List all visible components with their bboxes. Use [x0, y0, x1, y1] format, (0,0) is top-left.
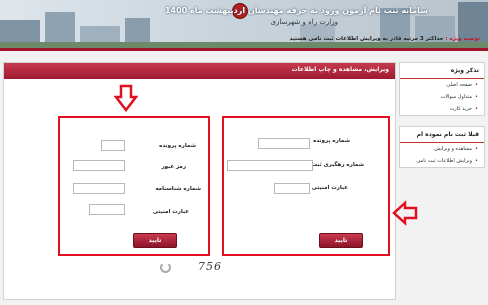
captcha-image: 756: [198, 260, 222, 273]
sidebar-box-notice: تذکر ویژه صفحه اصلی متداول سوالات خرید ک…: [399, 62, 485, 116]
arrow-left-icon: [392, 200, 418, 226]
security-phrase-input[interactable]: [274, 183, 310, 194]
field-label-file-number: شماره پرونده: [313, 138, 350, 144]
arrow-down-icon: [114, 84, 138, 112]
sidebar-link-edit-registration[interactable]: ویرایش اطلاعات ثبت نامی: [400, 155, 484, 167]
submit-button-tracking[interactable]: تایید: [319, 233, 363, 248]
refresh-captcha-icon[interactable]: [160, 262, 171, 273]
notice-body: حداکثر 3 مرتبه قادر به ویرایش اطلاعات ثب…: [289, 36, 444, 42]
password-input[interactable]: [73, 160, 125, 171]
file-number-input[interactable]: [101, 140, 125, 151]
header-subtitle: وزارت راه و شهرسازی: [270, 18, 338, 26]
security-phrase-input[interactable]: [89, 204, 125, 215]
submit-button-password[interactable]: تایید: [133, 233, 177, 248]
notice-text: توصیه ویژه : حداکثر 3 مرتبه قادر به ویرا…: [289, 36, 480, 42]
panel-title: ویرایش، مشاهده و چاپ اطلاعات: [291, 66, 389, 73]
sidebar-box-title: قبلا ثبت نام نموده ام: [400, 127, 484, 143]
sidebar-box-registered: قبلا ثبت نام نموده ام مشاهده و ویرایش وی…: [399, 126, 485, 168]
sidebar-link-view-edit[interactable]: مشاهده و ویرایش: [400, 143, 484, 155]
sidebar-link-faq[interactable]: متداول سوالات: [400, 91, 484, 103]
field-label-file-number: شماره پرونده: [159, 143, 196, 149]
birth-certificate-input[interactable]: [73, 183, 125, 194]
field-label-birth-certificate: شماره شناسنامه: [155, 186, 201, 192]
header-title: سامانه ثبت نام آزمون ورود به حرفه مهندسا…: [164, 6, 428, 15]
tracking-number-input[interactable]: [227, 160, 313, 171]
field-label-security-phrase: عبارت امنیتی: [311, 185, 348, 191]
notice-label: توصیه ویژه :: [445, 36, 480, 42]
field-label-security-phrase: عبارت امنیتی: [152, 209, 189, 215]
file-number-input[interactable]: [258, 138, 310, 149]
sidebar-link-home[interactable]: صفحه اصلی: [400, 79, 484, 91]
sidebar-box-title: تذکر ویژه: [400, 63, 484, 79]
field-label-password: رمز عبور: [161, 164, 186, 170]
panel-header: ویرایش، مشاهده و چاپ اطلاعات: [4, 63, 395, 79]
sidebar-link-buy-card[interactable]: خرید کارت: [400, 103, 484, 115]
sidebar: تذکر ویژه صفحه اصلی متداول سوالات خرید ک…: [399, 62, 485, 178]
